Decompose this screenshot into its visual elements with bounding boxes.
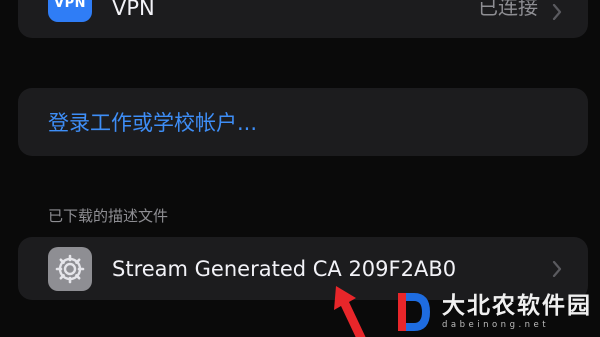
profile-name: Stream Generated CA 209F2AB0	[112, 256, 457, 281]
watermark-subtitle: dabeinong.net	[442, 319, 550, 330]
vpn-label: VPN	[112, 0, 155, 20]
watermark: 大北农软件园 dabeinong.net	[394, 286, 600, 337]
gear-icon-glyph	[55, 254, 85, 283]
watermark-logo	[398, 292, 430, 331]
login-group: 登录工作或学校帐户...	[18, 88, 588, 156]
gear-icon	[48, 246, 92, 291]
vpn-icon: VPN	[48, 0, 92, 22]
vpn-row[interactable]: VPN VPN 已连接	[18, 0, 588, 38]
chevron-right-icon	[552, 260, 562, 277]
vpn-icon-text: VPN	[54, 0, 86, 11]
red-arrow-annotation	[334, 286, 366, 337]
chevron-right-icon	[552, 4, 562, 20]
vpn-status: 已连接	[478, 0, 538, 19]
vpn-group: VPN VPN 已连接	[18, 0, 588, 38]
downloaded-profiles-header: 已下载的描述文件	[48, 207, 169, 225]
sign-in-work-school-link[interactable]: 登录工作或学校帐户...	[48, 107, 257, 137]
login-row[interactable]: 登录工作或学校帐户...	[18, 88, 588, 156]
watermark-title: 大北农软件园	[442, 292, 592, 319]
settings-screen: VPN VPN 已连接 登录工作或学校帐户... 已下载的描述文件 Stream…	[0, 0, 600, 337]
